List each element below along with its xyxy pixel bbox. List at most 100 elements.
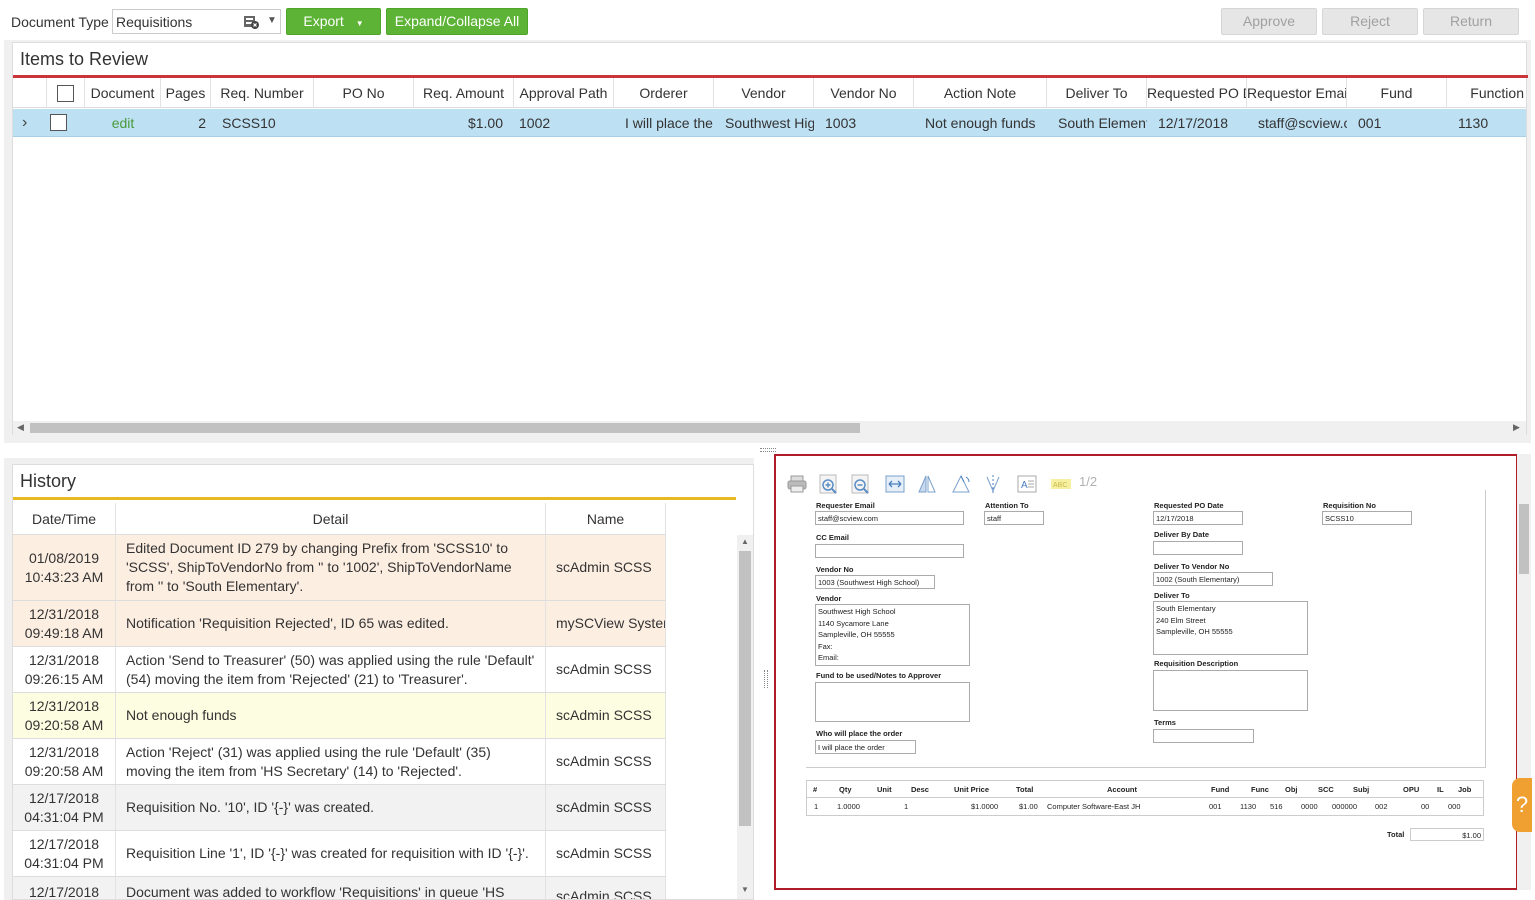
- deliver-by-date-field: [1153, 541, 1243, 555]
- col-header-approval-path[interactable]: Approval Path: [514, 78, 614, 108]
- li-cell: 1.0000: [837, 802, 860, 811]
- row-select-checkbox[interactable]: [50, 114, 67, 131]
- history-vertical-scrollbar[interactable]: ▲ ▼: [737, 535, 753, 899]
- history-detail: Action 'Reject' (31) was applied using t…: [116, 739, 546, 784]
- col-header-req-amount[interactable]: Req. Amount: [414, 78, 514, 108]
- edit-link[interactable]: edit: [85, 109, 161, 137]
- history-datetime: 12/31/2018 09:49:18 AM: [13, 601, 116, 646]
- history-row: 01/08/2019 10:43:23 AM Edited Document ID…: [13, 535, 666, 601]
- col-header-document[interactable]: Document: [85, 78, 161, 108]
- print-icon[interactable]: [786, 473, 808, 495]
- fund-notes-field: [815, 682, 970, 722]
- total-value: $1.00: [1410, 828, 1484, 841]
- history-grid: History Date/Time Detail Name 01/08/2019…: [12, 464, 754, 900]
- col-header-requestor-email[interactable]: Requestor Emai: [1247, 78, 1347, 108]
- li-col-total: Total: [1016, 785, 1034, 794]
- col-header-orderer[interactable]: Orderer: [614, 78, 714, 108]
- scroll-down-icon[interactable]: ▼: [741, 885, 749, 894]
- scroll-left-icon[interactable]: ◀: [17, 422, 24, 433]
- clear-selection-icon[interactable]: [243, 13, 259, 29]
- li-cell: 002: [1375, 802, 1388, 811]
- li-cell: $1.0000: [971, 802, 999, 811]
- table-row[interactable]: › edit 2 SCSS10 $1.00 1002 I will place …: [13, 109, 1526, 137]
- li-col-obj: Obj: [1285, 785, 1298, 794]
- history-name: scAdmin SCSS: [546, 535, 666, 600]
- cell-po-no: [314, 109, 414, 137]
- help-tab[interactable]: ?: [1512, 778, 1532, 832]
- li-cell: 1: [814, 802, 819, 811]
- col-header-name[interactable]: Name: [546, 503, 666, 535]
- form-page: Requester Email staff@scview.com Attenti…: [806, 490, 1486, 768]
- history-name: scAdmin SCSS: [546, 785, 666, 830]
- history-row: 12/31/2018 09:49:18 AM Notification 'Requ…: [13, 601, 666, 647]
- col-header-pages[interactable]: Pages: [161, 78, 211, 108]
- col-header-detail[interactable]: Detail: [116, 503, 546, 535]
- chevron-right-icon[interactable]: ›: [17, 109, 45, 137]
- li-cell: 001: [1209, 802, 1222, 811]
- history-datetime: 12/17/2018 04:31:04 PM: [13, 831, 116, 876]
- document-type-select[interactable]: Requisitions ▼: [112, 9, 281, 34]
- deliver-by-date-label: Deliver By Date: [1154, 530, 1210, 539]
- history-row: 12/31/2018 09:26:15 AM Action 'Send to Tr…: [13, 647, 666, 693]
- history-name: scAdmin SCSS: [546, 831, 666, 876]
- requisition-description-label: Requisition Description: [1154, 659, 1239, 668]
- li-cell: 516: [1270, 802, 1283, 811]
- col-header-fund[interactable]: Fund: [1347, 78, 1447, 108]
- select-all-checkbox[interactable]: [57, 85, 74, 102]
- reject-button[interactable]: Reject: [1322, 8, 1418, 35]
- vendor-label: Vendor: [816, 594, 842, 603]
- scrollbar-thumb[interactable]: [1519, 504, 1529, 574]
- requested-po-date-field: 12/17/2018: [1153, 511, 1243, 525]
- cell-req-amount: $1.00: [467, 115, 503, 131]
- terms-field: [1153, 729, 1254, 743]
- history-row: 12/17/2018 04:31:04 PM Requisition Line '…: [13, 831, 666, 877]
- terms-label: Terms: [1154, 718, 1176, 727]
- cell-orderer: I will place the: [625, 115, 713, 131]
- scroll-up-icon[interactable]: ▲: [741, 537, 749, 546]
- cell-function: 1130: [1458, 115, 1489, 131]
- col-header-datetime[interactable]: Date/Time: [13, 503, 116, 535]
- col-header-req-number[interactable]: Req. Number: [211, 78, 314, 108]
- vertical-splitter-handle[interactable]: [764, 670, 768, 688]
- requisition-no-field: SCSS10: [1322, 511, 1412, 525]
- li-col-func: Func: [1251, 785, 1269, 794]
- scrollbar-thumb[interactable]: [30, 423, 860, 433]
- history-name: scAdmin SCSS: [546, 877, 666, 899]
- document-type-value: Requisitions: [116, 14, 193, 30]
- history-name: scAdmin SCSS: [546, 739, 666, 784]
- return-button[interactable]: Return: [1423, 8, 1519, 35]
- history-detail: Not enough funds: [116, 693, 546, 738]
- requested-po-date-label: Requested PO Date: [1154, 501, 1224, 510]
- export-button[interactable]: Export ▼: [286, 8, 381, 35]
- col-header-vendor[interactable]: Vendor: [714, 78, 814, 108]
- history-datetime: 12/31/2018 09:20:58 AM: [13, 693, 116, 738]
- col-header-action-note[interactable]: Action Note: [914, 78, 1047, 108]
- document-type-label: Document Type: [11, 14, 109, 30]
- scroll-right-icon[interactable]: ▶: [1513, 422, 1520, 433]
- chevron-down-icon[interactable]: ▼: [266, 13, 278, 29]
- items-grid-header: Document Pages Req. Number PO No Req. Am…: [13, 78, 1526, 108]
- horizontal-scrollbar[interactable]: ◀ ▶: [13, 421, 1526, 435]
- cell-vendor: Southwest Hig: [725, 115, 814, 131]
- col-header-deliver-to[interactable]: Deliver To: [1047, 78, 1147, 108]
- approve-button[interactable]: Approve: [1221, 8, 1317, 35]
- col-header-function[interactable]: Function: [1447, 78, 1526, 108]
- col-header-requested-po-date[interactable]: Requested PO D: [1147, 78, 1247, 108]
- history-detail: Edited Document ID 279 by changing Prefi…: [116, 535, 546, 600]
- li-cell: 1130: [1240, 802, 1257, 811]
- history-row: 12/31/2018 09:20:58 AM Action 'Reject' (3…: [13, 739, 666, 785]
- scrollbar-thumb[interactable]: [739, 551, 751, 826]
- horizontal-splitter-handle[interactable]: [760, 448, 776, 452]
- li-cell: 000000: [1332, 802, 1358, 811]
- li-col-num: #: [813, 785, 818, 794]
- col-header-vendor-no[interactable]: Vendor No: [814, 78, 914, 108]
- requester-email-label: Requester Email: [816, 501, 875, 510]
- vendor-address-box: Southwest High School 1140 Sycamore Lane…: [815, 604, 970, 666]
- caret-down-icon: ▼: [355, 19, 364, 28]
- deliver-to-vendor-no-field: 1002 (South Elementary): [1153, 572, 1273, 586]
- col-header-po-no[interactable]: PO No: [314, 78, 414, 108]
- history-name: scAdmin SCSS: [546, 693, 666, 738]
- history-row: 12/17/2018 04:31:04 PM Requisition No. '1…: [13, 785, 666, 831]
- expand-collapse-all-button[interactable]: Expand/Collapse All: [386, 8, 528, 35]
- cell-requested-po-date: 12/17/2018: [1158, 115, 1229, 131]
